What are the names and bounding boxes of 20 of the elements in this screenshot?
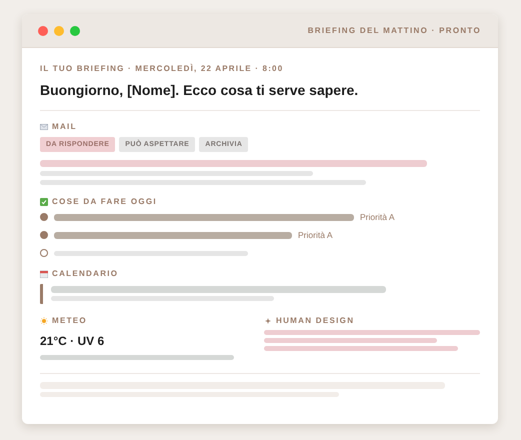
sun-icon bbox=[40, 316, 48, 324]
calendar-icon bbox=[40, 270, 48, 278]
priority-label: Priorità A bbox=[298, 230, 332, 240]
window-title: BRIEFING DEL MATTINO · PRONTO bbox=[308, 26, 481, 35]
todo-checkbox[interactable] bbox=[40, 213, 48, 221]
greeting-heading: Buongiorno, [Nome]. Ecco cosa ti serve sapere. bbox=[40, 82, 360, 98]
todo-checkbox[interactable] bbox=[40, 249, 48, 257]
sparkle-icon bbox=[264, 316, 272, 324]
todo-checkbox[interactable] bbox=[40, 231, 48, 239]
checkbox-icon bbox=[40, 198, 48, 206]
briefing-date: IL TUO BRIEFING · MERCOLEDÌ, 22 APRILE · 8:00 bbox=[40, 64, 284, 73]
section-title: METEO bbox=[52, 316, 87, 325]
section-title: HUMAN DESIGN bbox=[276, 316, 354, 325]
weather-reading: 21°C · UV 6 bbox=[40, 334, 106, 348]
priority-label: Priorità A bbox=[360, 212, 394, 222]
close-button[interactable] bbox=[38, 26, 48, 36]
section-title: COSE DA FARE OGGI bbox=[52, 197, 157, 206]
section-title: MAIL bbox=[52, 122, 77, 131]
section-title: CALENDARIO bbox=[52, 269, 118, 278]
envelope-icon bbox=[40, 122, 48, 130]
